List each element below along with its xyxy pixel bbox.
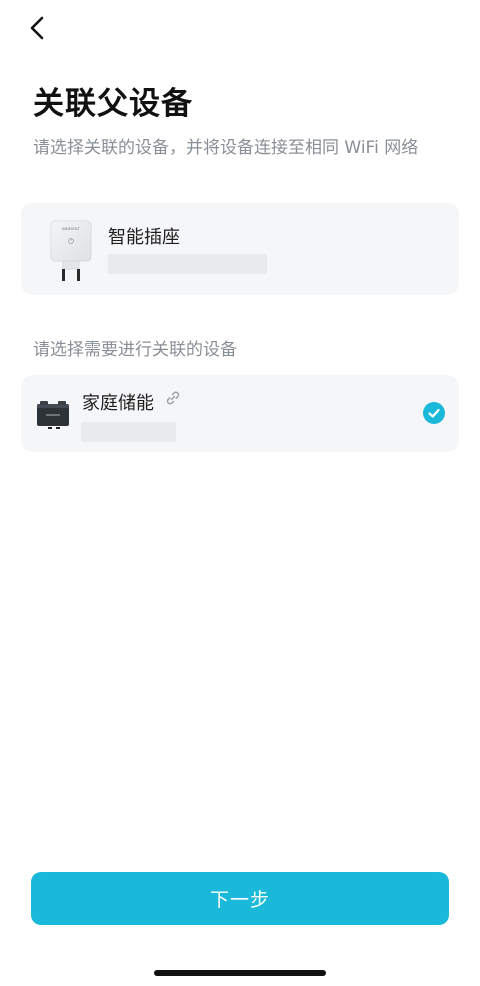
page-title: 关联父设备 [33,86,193,122]
back-button[interactable] [18,8,58,48]
smart-plug-image: INDEVOLT [50,220,92,281]
next-button[interactable]: 下一步 [31,872,449,925]
page-subtitle: 请选择关联的设备，并将设备连接至相同 WiFi 网络 [33,138,419,158]
plug-brand-text: INDEVOLT [62,227,81,231]
home-indicator [154,970,326,976]
link-icon [166,391,180,405]
device-detail-placeholder [81,422,176,442]
parent-device-detail-placeholder [108,254,267,274]
device-name: 家庭储能 [82,393,154,414]
checkmark-selected-icon[interactable] [423,402,445,424]
parent-device-card: INDEVOLT 智能插座 [21,203,459,295]
checkmark-icon [423,402,445,424]
home-battery-image [37,401,69,429]
section-label: 请选择需要进行关联的设备 [33,340,237,360]
chevron-left-icon [30,16,44,40]
parent-device-name: 智能插座 [108,227,180,248]
list-item[interactable]: 家庭储能 [21,375,459,452]
